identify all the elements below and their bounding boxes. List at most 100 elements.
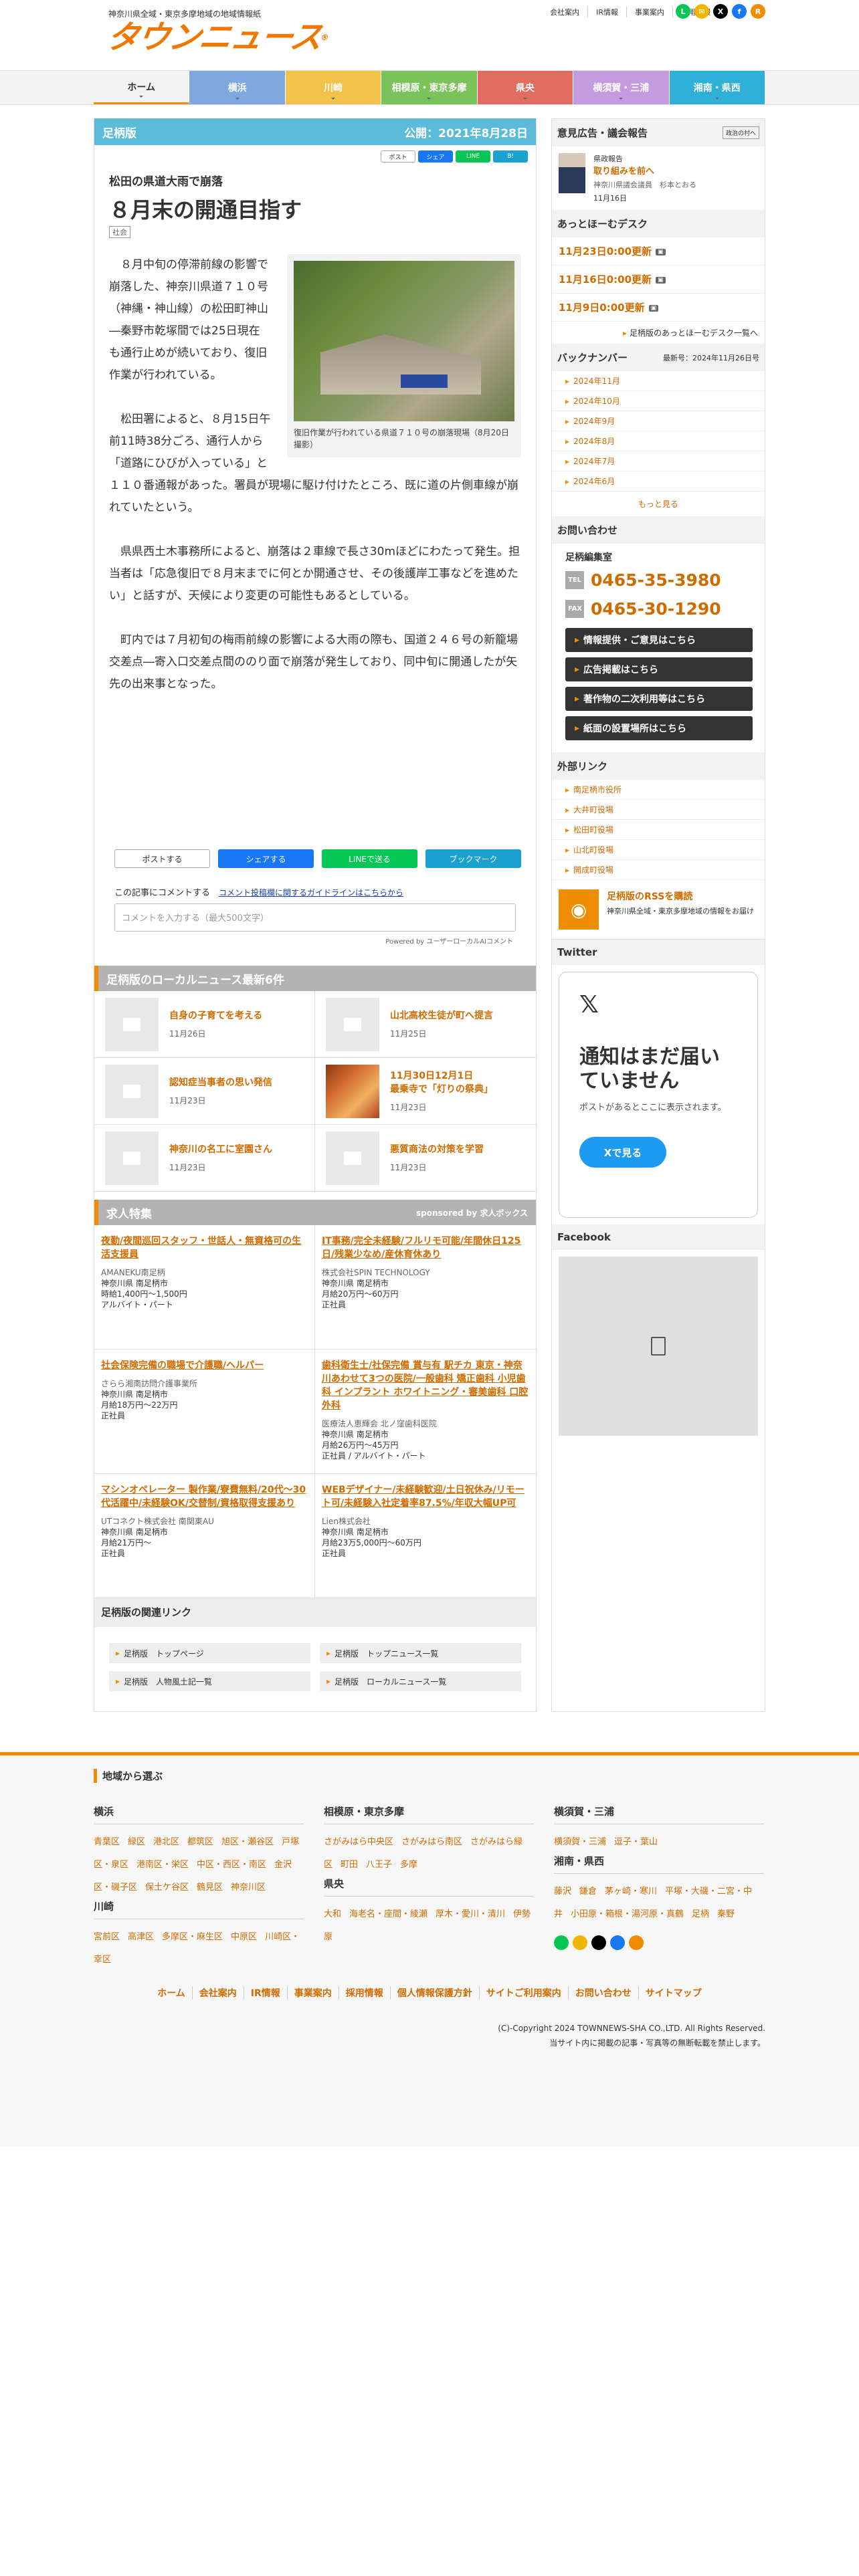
footer-region-link[interactable]: 多摩 [400, 1860, 417, 1870]
nav-tab[interactable]: 県央 [477, 71, 574, 104]
local-news-item[interactable]: 山北高校生徒が町へ提言 11月25日 [315, 991, 536, 1058]
job-item[interactable]: WEBデザイナー/未経験歓迎/土日祝休み/リモート可/未経験入社定着率87.5%… [315, 1474, 536, 1598]
footer-region-link[interactable]: 鎌倉 [579, 1887, 597, 1897]
local-news-item[interactable]: 認知症当事者の思い発信 11月23日 [94, 1058, 315, 1125]
backnumber-more[interactable]: もっと見る [552, 492, 765, 516]
mini-share-button[interactable]: LINE [456, 150, 490, 163]
top-link[interactable]: 事業案内 [626, 7, 672, 17]
job-item[interactable]: IT事務/完全未経験/フルリモ可能/年間休日125日/残業少なめ/産休育休あり株… [315, 1225, 536, 1350]
news-title[interactable]: 認知症当事者の思い発信 [169, 1076, 272, 1089]
news-title[interactable]: 神奈川の名工に室園さん [169, 1143, 272, 1156]
local-news-item[interactable]: 神奈川の名工に室園さん 11月23日 [94, 1125, 315, 1192]
footer-nav-link[interactable]: 事業案内 [286, 1986, 339, 2000]
contact-button[interactable]: 情報提供・ご意見はこちら [565, 628, 753, 652]
related-link[interactable]: 足柄版 ローカルニュース一覧 [320, 1671, 521, 1691]
footer-region-link[interactable]: 大和 [324, 1909, 341, 1919]
job-item[interactable]: 社会保険完備の職場で介護職/ヘルパー さらら湘南訪問介護事業所 神奈川県 南足柄市月… [94, 1350, 315, 1474]
footer-nav-link[interactable]: 会社案内 [191, 1986, 244, 2000]
footer-region-link[interactable]: 都筑区 [187, 1837, 213, 1847]
news-title[interactable]: 11月30日12月1日 最乗寺で「灯りの祭典」 [390, 1069, 493, 1096]
mini-share-button[interactable]: シェア [418, 150, 453, 163]
footer-region-link[interactable]: 藤沢 [554, 1887, 571, 1897]
footer-region-link[interactable]: 小田原・箱根・湯河原・真鶴 [571, 1909, 684, 1919]
job-title[interactable]: 歯科衛生士/社保完備 賞与有 駅チカ 東京・神奈川あわせて3つの医院/一般歯科 … [322, 1359, 529, 1412]
footer-nav-link[interactable]: お問い合わせ [567, 1986, 638, 2000]
footer-nav-link[interactable]: サイトマップ [638, 1986, 708, 2000]
footer-region-link[interactable]: 緑区 [128, 1837, 145, 1847]
comment-input[interactable]: コメントを入力する（最大500文字） [114, 903, 516, 932]
mini-share-button[interactable]: ポスト [381, 150, 415, 163]
job-title[interactable]: IT事務/完全未経験/フルリモ可能/年間休日125日/残業少なめ/産休育休あり [322, 1235, 529, 1261]
nav-tab[interactable]: 横須賀・三浦 [573, 71, 670, 104]
view-on-x-button[interactable]: Xで見る [579, 1137, 666, 1168]
news-title[interactable]: 悪質商法の対策を学習 [390, 1143, 484, 1156]
line-icon[interactable]: L [676, 4, 690, 19]
nav-tab[interactable]: ホーム [94, 71, 190, 104]
contact-button[interactable]: 紙面の設置場所はこちら [565, 716, 753, 740]
nav-tab[interactable]: 湘南・県西 [669, 71, 765, 104]
footer-region-link[interactable]: 茅ヶ崎・寒川 [605, 1887, 657, 1897]
share-button[interactable]: シェアする [218, 849, 314, 868]
footer-nav-link[interactable]: ホーム [151, 1986, 192, 2000]
job-title[interactable]: マシンオペレーター 製作業/寮費無料/20代～30代活躍中/未経験OK/交替制/… [101, 1483, 308, 1510]
contact-button[interactable]: 広告掲載はこちら [565, 657, 753, 681]
share-button[interactable]: LINEで送る [322, 849, 418, 868]
x-icon[interactable]: X [713, 4, 728, 19]
local-news-item[interactable]: 11月30日12月1日 最乗寺で「灯りの祭典」 11月23日 [315, 1058, 536, 1125]
nav-tab[interactable]: 相模原・東京多摩 [381, 71, 478, 104]
facebook-icon[interactable] [610, 1935, 625, 1950]
top-link[interactable]: IR情報 [587, 7, 626, 17]
backnumber-item[interactable]: 2024年8月 [552, 431, 765, 451]
rss-box[interactable]: ◉ 足柄版のRSSを購読 神奈川県全域・東京多摩地域の情報をお届け [552, 880, 765, 940]
footer-nav-link[interactable]: 個人情報保護方針 [389, 1986, 479, 2000]
backnumber-item[interactable]: 2024年10月 [552, 391, 765, 411]
external-link[interactable]: 南足柄市役所 [552, 780, 765, 800]
local-news-item[interactable]: 悪質商法の対策を学習 11月23日 [315, 1125, 536, 1192]
related-link[interactable]: 足柄版 トップニュース一覧 [320, 1643, 521, 1663]
footer-region-link[interactable]: 海老名・座間・綾瀬 [349, 1909, 427, 1919]
rss-icon[interactable] [629, 1935, 644, 1950]
footer-region-link[interactable]: 逗子・葉山 [614, 1837, 658, 1847]
job-title[interactable]: WEBデザイナー/未経験歓迎/土日祝休み/リモート可/未経験入社定着率87.5%… [322, 1483, 529, 1510]
footer-region-link[interactable]: 青葉区 [94, 1837, 120, 1847]
nav-tab[interactable]: 川崎 [285, 71, 382, 104]
tel-number[interactable]: TEL 0465-35-3980 [565, 570, 751, 590]
footer-region-link[interactable]: 横須賀・三浦 [554, 1837, 606, 1847]
desk-item[interactable]: 11月23日0:00更新 ▣ [552, 237, 765, 265]
footer-region-link[interactable]: 厚木・愛川・清川 [436, 1909, 505, 1919]
backnumber-item[interactable]: 2024年6月 [552, 471, 765, 492]
mail-icon[interactable]: ✉ [694, 4, 709, 19]
local-news-item[interactable]: 自身の子育てを考える 11月26日 [94, 991, 315, 1058]
job-item[interactable]: 夜勤/夜間巡回スタッフ・世話人・無資格可の生活支援員 AMANEKU南足柄 神奈川県… [94, 1225, 315, 1350]
job-item[interactable]: マシンオペレーター 製作業/寮費無料/20代～30代活躍中/未経験OK/交替制/… [94, 1474, 315, 1598]
footer-region-link[interactable]: 鶴見区 [197, 1883, 223, 1893]
footer-region-link[interactable]: さがみはら中央区 [324, 1837, 393, 1847]
job-title[interactable]: 社会保険完備の職場で介護職/ヘルパー [101, 1359, 308, 1372]
external-link[interactable]: 開成町役場 [552, 860, 765, 880]
footer-region-link[interactable]: 宮前区 [94, 1932, 120, 1942]
mini-share-button[interactable]: B! [493, 150, 528, 163]
footer-region-link[interactable]: 中区・西区・南区 [197, 1860, 266, 1870]
footer-nav-link[interactable]: IR情報 [243, 1986, 287, 2000]
related-link[interactable]: 足柄版 人物風土記一覧 [109, 1671, 310, 1691]
backnumber-item[interactable]: 2024年11月 [552, 371, 765, 391]
external-link[interactable]: 山北町役場 [552, 840, 765, 860]
external-link[interactable]: 大井町役場 [552, 800, 765, 820]
footer-region-link[interactable]: 秦野 [717, 1909, 735, 1919]
footer-region-link[interactable]: 八王子 [366, 1860, 392, 1870]
desk-item[interactable]: 11月16日0:00更新 ▣ [552, 265, 765, 294]
facebook-icon[interactable]: f [732, 4, 747, 19]
desk-more-link[interactable]: 足柄版のあっとほーむデスク一覧へ [552, 322, 765, 344]
share-button[interactable]: ブックマーク [425, 849, 521, 868]
job-title[interactable]: 夜勤/夜間巡回スタッフ・世話人・無資格可の生活支援員 [101, 1235, 308, 1261]
x-icon[interactable] [591, 1935, 606, 1950]
rss-icon[interactable]: R [751, 4, 765, 19]
footer-region-link[interactable]: さがみはら南区 [401, 1837, 462, 1847]
footer-nav-link[interactable]: 採用情報 [338, 1986, 390, 2000]
comment-guide-link[interactable]: コメント投稿欄に関するガイドラインはこちらから [219, 888, 403, 897]
news-title[interactable]: 山北高校生徒が町へ提言 [390, 1009, 493, 1023]
footer-region-link[interactable]: 港南区・栄区 [136, 1860, 189, 1870]
line-icon[interactable] [554, 1935, 569, 1950]
desk-item[interactable]: 11月9日0:00更新 ▣ [552, 294, 765, 322]
footer-region-link[interactable]: 保土ケ谷区 [145, 1883, 189, 1893]
